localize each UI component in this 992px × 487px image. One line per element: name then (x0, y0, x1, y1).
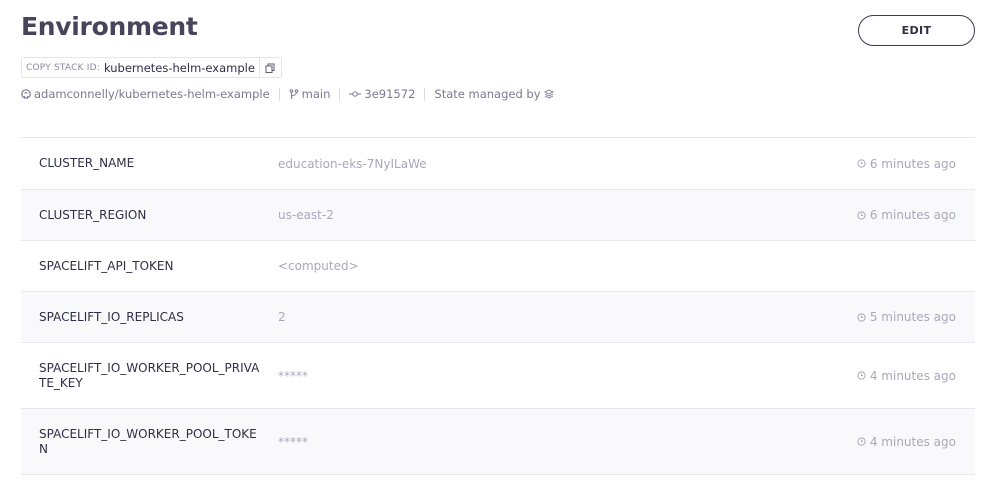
updated-time-text: 4 minutes ago (869, 434, 956, 449)
table-row[interactable]: SPACELIFT_IO_WORKER_POOL_TOKEN ***** 4 m… (21, 409, 975, 475)
variable-value: ***** (278, 368, 308, 383)
updated-time-text: 5 minutes ago (869, 310, 956, 324)
variable-name: SPACELIFT_IO_WORKER_POOL_PRIVATE_KEY (39, 360, 260, 390)
variable-value: education-eks-7NyILaWe (278, 156, 427, 171)
updated-time: 4 minutes ago (857, 369, 956, 383)
variable-value: 2 (278, 310, 286, 324)
copy-stack-id-label: COPY STACK ID: (26, 62, 100, 73)
clock-icon (857, 312, 866, 322)
variable-name: SPACELIFT_IO_REPLICAS (39, 309, 184, 324)
table-row[interactable]: SPACELIFT_API_TOKEN <computed> (21, 241, 975, 292)
clock-icon (857, 437, 866, 446)
table-row[interactable]: CLUSTER_NAME education-eks-7NyILaWe 6 mi… (21, 138, 975, 190)
variable-value: us-east-2 (278, 208, 334, 222)
variable-name: CLUSTER_NAME (39, 156, 135, 170)
updated-time: 6 minutes ago (857, 157, 956, 171)
spacelift-logo-icon (543, 89, 554, 99)
table-row[interactable]: CLUSTER_REGION us-east-2 6 minutes ago (21, 190, 975, 241)
state-managed: State managed by (434, 87, 554, 101)
updated-time: 6 minutes ago (857, 208, 956, 222)
divider (424, 87, 426, 101)
branch-icon (289, 88, 299, 100)
copy-stack-id[interactable]: COPY STACK ID: kubernetes-helm-example (21, 57, 282, 78)
copy-icon[interactable] (258, 58, 281, 77)
divider (278, 87, 280, 101)
github-icon (21, 89, 31, 99)
clock-icon (857, 210, 866, 220)
updated-time-text: 6 minutes ago (869, 156, 956, 171)
updated-time: 4 minutes ago (857, 435, 956, 449)
clock-icon (857, 371, 866, 380)
state-managed-label: State managed by (434, 87, 541, 101)
divider (339, 87, 341, 101)
commit-info[interactable]: 3e91572 (349, 87, 415, 101)
variable-name: SPACELIFT_API_TOKEN (39, 258, 174, 273)
repo-link[interactable]: adamconnelly/kubernetes-helm-example (21, 87, 270, 101)
table-row[interactable]: SPACELIFT_IO_WORKER_POOL_PRIVATE_KEY ***… (21, 343, 975, 409)
updated-time: 5 minutes ago (857, 310, 956, 324)
stack-meta: adamconnelly/kubernetes-helm-example mai… (21, 87, 554, 101)
clock-icon (857, 159, 866, 168)
environment-table: CLUSTER_NAME education-eks-7NyILaWe 6 mi… (21, 137, 975, 475)
updated-time-text: 6 minutes ago (869, 208, 956, 222)
branch-name: main (301, 87, 331, 101)
updated-time-text: 4 minutes ago (869, 368, 956, 383)
branch-info: main (289, 87, 331, 101)
repo-name[interactable]: adamconnelly/kubernetes-helm-example (34, 87, 270, 101)
table-row[interactable]: SPACELIFT_IO_REPLICAS 2 5 minutes ago (21, 292, 975, 343)
variable-value: <computed> (278, 259, 359, 273)
variable-name: CLUSTER_REGION (39, 207, 147, 222)
stack-id-value: kubernetes-helm-example (103, 60, 255, 75)
variable-name: SPACELIFT_IO_WORKER_POOL_TOKEN (39, 426, 257, 456)
commit-hash: 3e91572 (364, 87, 416, 101)
edit-button[interactable]: EDIT (858, 15, 975, 46)
commit-icon (349, 90, 362, 98)
page-title: Environment (21, 12, 198, 41)
variable-value: ***** (278, 434, 308, 449)
